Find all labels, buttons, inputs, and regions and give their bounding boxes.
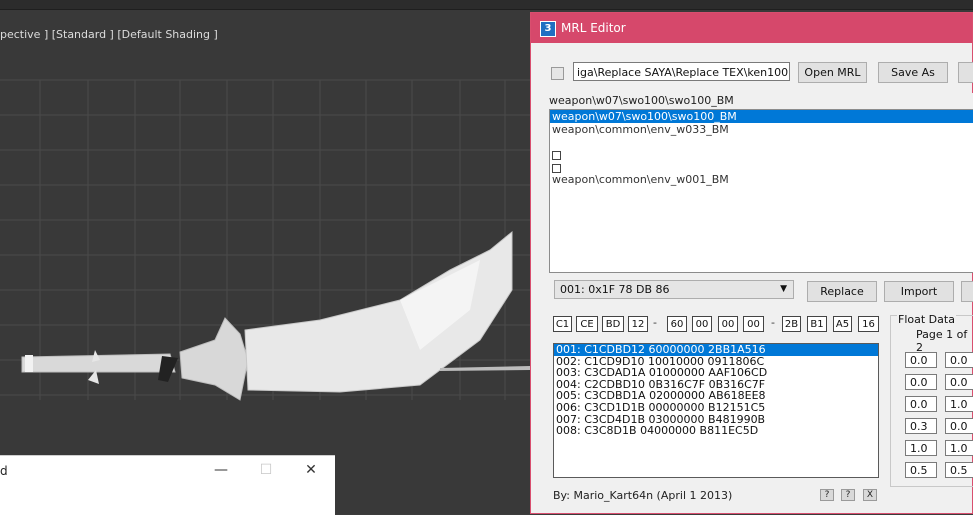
mrl-path-field[interactable]: iga\Replace SAYA\Replace TEX\ken100.mrl xyxy=(573,62,790,81)
hex-byte-field[interactable]: 16 xyxy=(858,316,879,332)
texture-list-item[interactable] xyxy=(550,161,973,174)
float-value-field[interactable]: 0.0 xyxy=(945,374,973,390)
about-button[interactable]: ? xyxy=(841,489,855,501)
float-value-field[interactable]: 0.0 xyxy=(905,374,937,390)
hex-byte-field[interactable]: 00 xyxy=(692,316,712,332)
help-button[interactable]: ? xyxy=(820,489,834,501)
sword-model[interactable] xyxy=(21,230,530,401)
float-value-field[interactable]: 0.0 xyxy=(905,352,937,368)
hex-byte-field[interactable]: 00 xyxy=(718,316,738,332)
mrl-editor-window: 3 MRL Editor iga\Replace SAYA\Replace TE… xyxy=(530,12,973,514)
material-select-value: 001: 0x1F 78 DB 86 xyxy=(560,283,670,296)
hex-separator: - xyxy=(771,316,775,329)
float-value-field[interactable]: 0.0 xyxy=(905,396,937,412)
texture-list[interactable]: weapon\w07\swo100\swo100_BM weapon\common… xyxy=(549,109,973,273)
hex-byte-field[interactable]: B1 xyxy=(807,316,827,332)
import-button[interactable]: Import xyxy=(884,281,954,302)
close-small-button[interactable]: X xyxy=(863,489,877,501)
minimize-button[interactable]: — xyxy=(210,460,232,480)
chevron-down-icon: ▼ xyxy=(780,284,787,294)
float-value-field[interactable]: 0.0 xyxy=(945,352,973,368)
hex-byte-field[interactable]: A5 xyxy=(833,316,852,332)
window-title: d xyxy=(0,464,8,478)
float-value-field[interactable]: 1.0 xyxy=(945,396,973,412)
material-list-item[interactable]: 008: C3C8D1B 04000000 B811EC5D xyxy=(554,425,878,437)
square-glyph-icon xyxy=(552,151,561,161)
hex-byte-field[interactable]: C1 xyxy=(553,316,572,332)
float-value-field[interactable]: 0.0 xyxy=(945,418,973,434)
hex-separator: - xyxy=(653,316,657,329)
texture-list-item[interactable]: weapon\common\env_w033_BM xyxy=(550,123,973,136)
material-select[interactable]: 001: 0x1F 78 DB 86 ▼ xyxy=(554,280,794,299)
texture-path-field[interactable]: weapon\w07\swo100\swo100_BM xyxy=(549,93,973,110)
material-list-item[interactable]: 006: C3CD1D1B 00000000 B12151C5 xyxy=(554,402,878,414)
float-value-field[interactable]: 0.3 xyxy=(905,418,937,434)
window-title: MRL Editor xyxy=(561,21,626,35)
texture-list-item[interactable] xyxy=(550,135,973,148)
page-indicator: Page 1 of 2 xyxy=(916,328,968,354)
square-glyph-icon xyxy=(552,163,561,173)
hex-byte-field[interactable]: CE xyxy=(576,316,598,332)
app-icon: 3 xyxy=(540,21,556,37)
hex-byte-field[interactable]: 60 xyxy=(667,316,687,332)
open-mrl-button[interactable]: Open MRL xyxy=(798,62,867,83)
extra-action-button[interactable] xyxy=(961,281,973,302)
texture-list-item[interactable]: weapon\common\env_w001_BM xyxy=(550,173,973,187)
maximize-button[interactable]: ☐ xyxy=(255,460,277,480)
float-value-field[interactable]: 0.5 xyxy=(945,462,973,478)
float-value-field[interactable]: 0.5 xyxy=(905,462,937,478)
float-value-field[interactable]: 1.0 xyxy=(905,440,937,456)
title-bar[interactable]: 3 MRL Editor xyxy=(531,13,972,43)
extra-button[interactable] xyxy=(958,62,973,83)
float-data-title: Float Data xyxy=(897,313,956,326)
author-credit: By: Mario_Kart64n (April 1 2013) xyxy=(553,489,733,502)
replace-button[interactable]: Replace xyxy=(807,281,877,302)
hex-byte-field[interactable]: 00 xyxy=(743,316,764,332)
hex-byte-field[interactable]: 2B xyxy=(782,316,801,332)
texture-list-item[interactable] xyxy=(550,148,973,161)
hex-byte-field[interactable]: BD xyxy=(602,316,624,332)
close-button[interactable]: ✕ xyxy=(300,460,322,480)
save-as-button[interactable]: Save As xyxy=(878,62,948,83)
option-checkbox[interactable] xyxy=(551,67,564,80)
viewport-label[interactable]: pective ] [Standard ] [Default Shading ] xyxy=(0,28,218,41)
material-list-item[interactable]: 001: C1CDBD12 60000000 2BB1A516 xyxy=(554,344,878,356)
material-list[interactable]: 001: C1CDBD12 60000000 2BB1A516 002: C1CD… xyxy=(553,343,879,478)
float-value-field[interactable]: 1.0 xyxy=(945,440,973,456)
hex-byte-field[interactable]: 12 xyxy=(628,316,648,332)
background-window[interactable]: d — ☐ ✕ xyxy=(0,455,335,515)
texture-list-item[interactable]: weapon\w07\swo100\swo100_BM xyxy=(550,110,973,123)
